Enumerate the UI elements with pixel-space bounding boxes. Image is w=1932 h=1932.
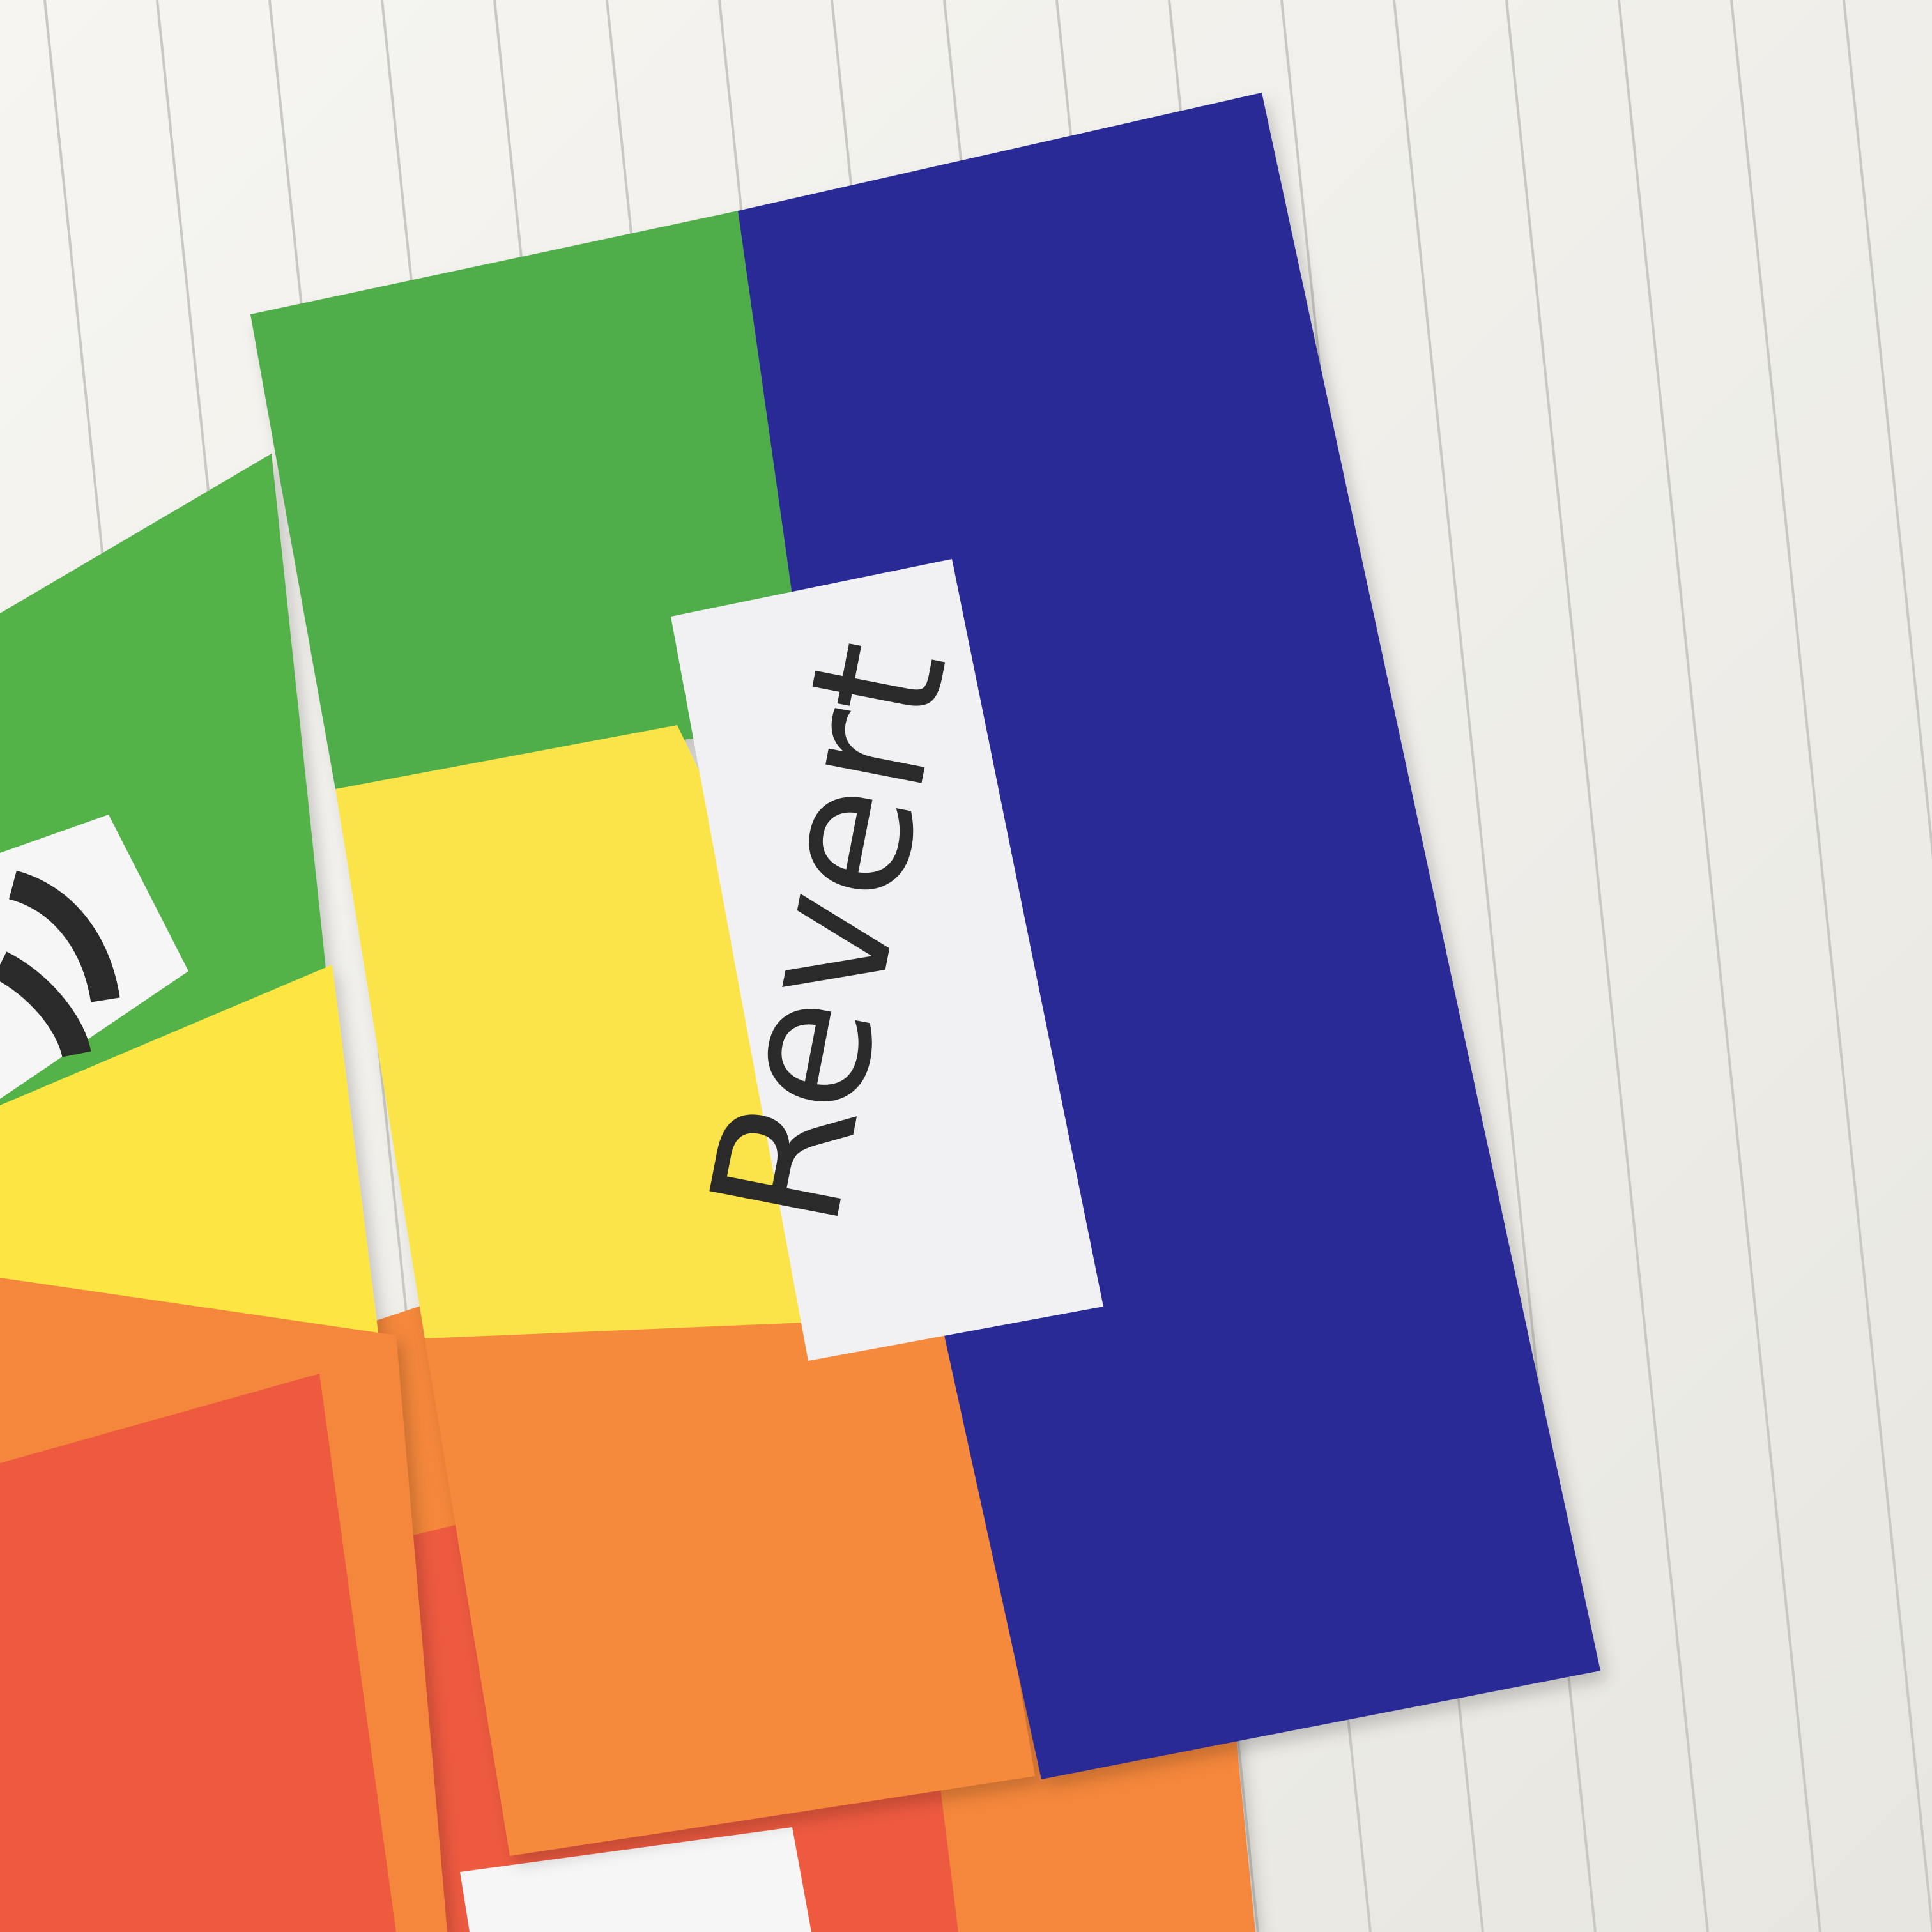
rule-line [1730,0,1932,1932]
photo-illustration: Revert [0,0,1932,1932]
rule-line [1618,0,1821,1932]
photo-scene: Revert [0,0,1932,1932]
rule-line [1843,0,1932,859]
front-card-orange-band [425,1316,1035,1856]
